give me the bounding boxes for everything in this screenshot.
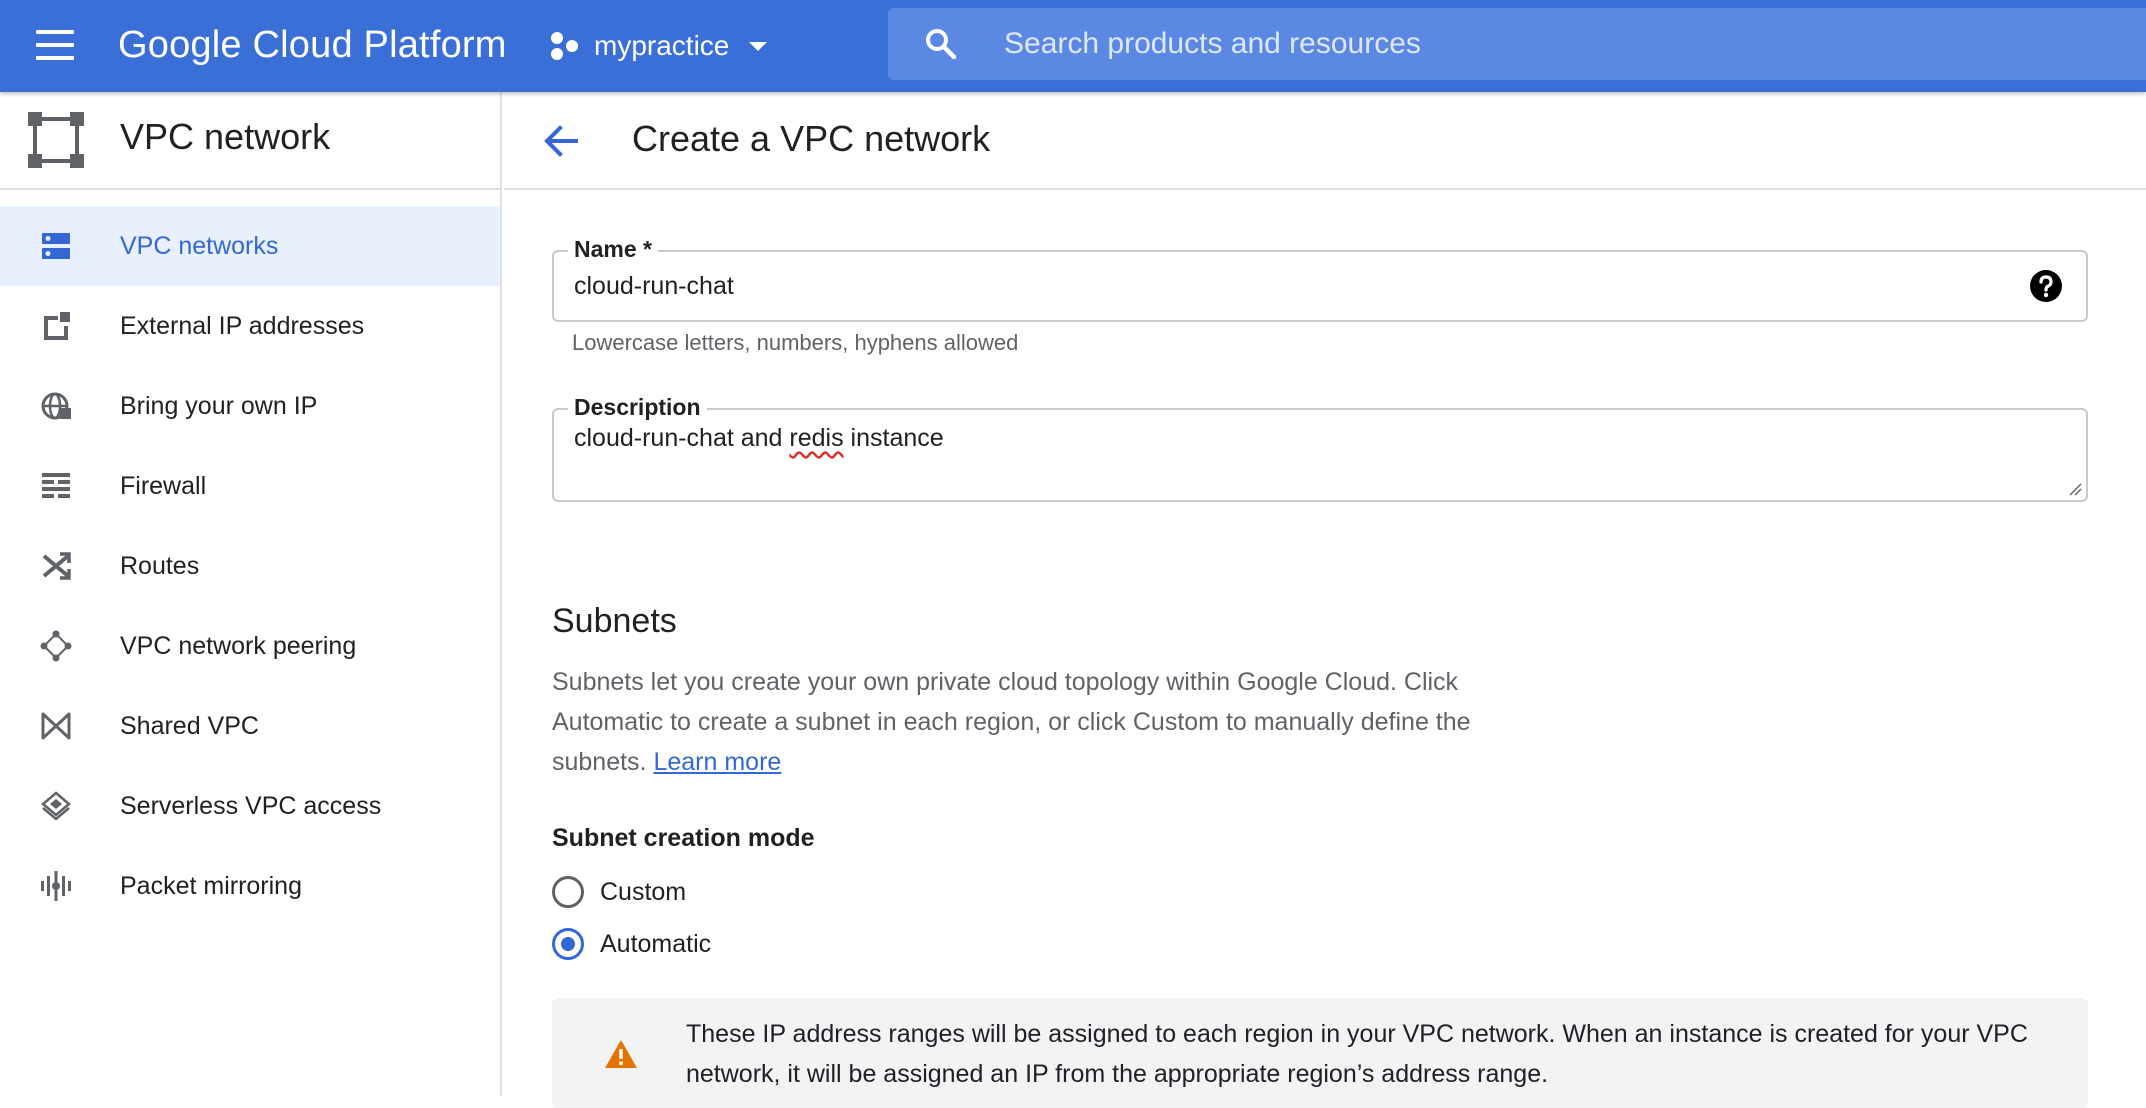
page-title: Create a VPC network	[632, 118, 991, 159]
notice-text: These IP address ranges will be assigned…	[686, 1020, 2028, 1088]
routes-icon	[42, 552, 71, 580]
radio-custom[interactable]: Custom	[552, 872, 686, 912]
sidebar-item-packet-mirroring[interactable]: Packet mirroring	[0, 846, 500, 926]
radio-label-custom: Custom	[600, 877, 687, 906]
description-field[interactable]: Description cloud-run-chat and redis ins…	[552, 394, 2088, 502]
packet-mirroring-icon	[41, 871, 71, 901]
sidebar-header: VPC network	[0, 92, 500, 190]
vpc-networks-icon	[42, 233, 70, 259]
chevron-down-icon	[749, 42, 768, 51]
product-title: VPC network	[120, 116, 331, 157]
sidebar-item-label: VPC networks	[120, 231, 279, 260]
subnets-title: Subnets	[552, 602, 677, 640]
help-icon[interactable]	[2028, 268, 2064, 304]
search-icon	[926, 29, 957, 60]
sidebar-item-vpc-networks[interactable]: VPC networks	[0, 206, 500, 286]
sidebar-item-firewall[interactable]: Firewall	[0, 446, 500, 526]
sidebar-item-label: Firewall	[120, 471, 207, 500]
external-ip-icon	[44, 312, 70, 340]
name-input[interactable]: cloud-run-chat	[574, 272, 734, 301]
sidebar-item-serverless-vpc[interactable]: Serverless VPC access	[0, 766, 500, 846]
spellcheck-flagged-word: redis	[789, 424, 844, 452]
description-text-start: cloud-run-chat and	[574, 424, 790, 452]
sidebar-item-label: External IP addresses	[120, 311, 365, 340]
resize-handle-icon[interactable]	[2068, 482, 2082, 496]
project-selector[interactable]: mypractice	[548, 24, 771, 68]
sidebar-nav: VPC networks External IP addresses Bring…	[0, 206, 500, 926]
page-header: Create a VPC network	[504, 92, 2146, 190]
peering-icon	[40, 630, 72, 662]
name-field[interactable]: Name * cloud-run-chat	[552, 236, 2088, 322]
name-field-label: Name *	[568, 236, 658, 263]
ip-range-notice: These IP address ranges will be assigned…	[552, 998, 2088, 1108]
sidebar-item-shared-vpc[interactable]: Shared VPC	[0, 686, 500, 766]
sidebar-item-external-ip[interactable]: External IP addresses	[0, 286, 500, 366]
project-icon	[551, 32, 578, 60]
subnets-description: Subnets let you create your own private …	[552, 662, 1552, 782]
search-input[interactable]: Search products and resources	[1004, 27, 1421, 61]
shared-vpc-icon	[41, 712, 71, 740]
sidebar-item-label: Routes	[120, 551, 200, 580]
globe-icon	[41, 392, 71, 420]
project-name: mypractice	[594, 30, 730, 61]
sidebar-item-label: Serverless VPC access	[120, 791, 382, 820]
warning-icon	[605, 1040, 637, 1068]
back-arrow-icon[interactable]	[540, 120, 582, 162]
firewall-icon	[42, 473, 70, 498]
radio-label-automatic: Automatic	[600, 929, 712, 958]
radio-button-custom[interactable]	[552, 876, 584, 908]
description-field-label: Description	[568, 394, 707, 421]
description-text-end: instance	[843, 424, 944, 452]
menu-icon[interactable]	[36, 30, 76, 60]
search-bar[interactable]: Search products and resources	[888, 8, 2146, 80]
subnet-mode-label: Subnet creation mode	[552, 824, 815, 852]
brand-title[interactable]: Google Cloud Platform	[118, 22, 507, 68]
sidebar-item-label: Shared VPC	[120, 711, 259, 740]
sidebar-item-routes[interactable]: Routes	[0, 526, 500, 606]
learn-more-link[interactable]: Learn more	[653, 748, 781, 776]
sidebar-item-byoip[interactable]: Bring your own IP	[0, 366, 500, 446]
vpc-product-icon	[28, 112, 84, 168]
sidebar: VPC network VPC networks External IP add…	[0, 92, 502, 1096]
radio-automatic[interactable]: Automatic	[552, 924, 711, 964]
name-hint: Lowercase letters, numbers, hyphens allo…	[572, 330, 1019, 355]
description-textarea[interactable]: cloud-run-chat and redis instance	[574, 424, 944, 453]
sidebar-item-label: Bring your own IP	[120, 391, 318, 420]
serverless-icon	[41, 791, 71, 821]
sidebar-item-peering[interactable]: VPC network peering	[0, 606, 500, 686]
main-content: Create a VPC network Name * cloud-run-ch…	[504, 92, 2146, 1108]
top-bar: Google Cloud Platform mypractice Search …	[0, 0, 2146, 92]
radio-button-automatic[interactable]	[552, 928, 584, 960]
sidebar-item-label: Packet mirroring	[120, 871, 302, 900]
sidebar-item-label: VPC network peering	[120, 631, 357, 660]
